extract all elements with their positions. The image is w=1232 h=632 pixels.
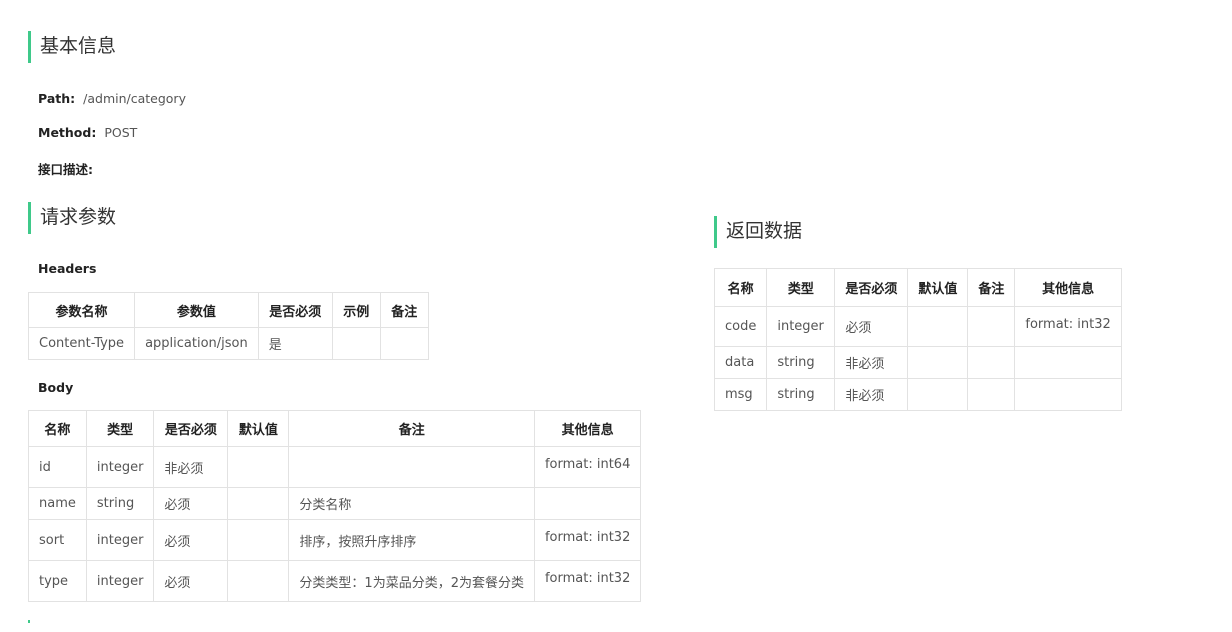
column-header: 名称	[713, 268, 768, 307]
method-value: POST	[104, 125, 138, 140]
accent-marker	[28, 620, 30, 623]
column-header: 类型	[85, 410, 155, 447]
column-header: 备注	[288, 410, 535, 447]
headers-title: Headers	[38, 261, 97, 276]
response-table: 名称 类型 是否必须 默认值 备注 其他信息 code integer 必须 f…	[713, 268, 1122, 411]
description-label: 接口描述:	[38, 162, 93, 177]
table-cell	[288, 446, 535, 488]
headers-table: 参数名称 参数值 是否必须 示例 备注 Content-Type applica…	[27, 292, 429, 360]
table-header-row: 名称 类型 是否必须 默认值 备注 其他信息	[713, 268, 1122, 307]
column-header: 其他信息	[1014, 268, 1122, 307]
table-cell	[907, 306, 969, 347]
body-table: 名称 类型 是否必须 默认值 备注 其他信息 id integer 非必须 fo…	[28, 410, 642, 602]
column-header: 参数名称	[27, 292, 136, 328]
table-cell: format: int32	[533, 560, 642, 602]
table-cell: 非必须	[834, 378, 909, 411]
table-cell: 排序，按照升序排序	[288, 519, 535, 561]
table-cell: 是	[257, 327, 333, 360]
column-header: 是否必须	[153, 410, 229, 447]
table-header-row: 名称 类型 是否必须 默认值 备注 其他信息	[28, 410, 642, 447]
table-cell: msg	[713, 378, 768, 411]
table-cell	[1014, 378, 1122, 411]
basic-info-title: 基本信息	[28, 31, 116, 63]
table-cell	[907, 378, 969, 411]
column-header: 名称	[28, 410, 87, 447]
table-cell: code	[713, 306, 768, 347]
path-label: Path:	[38, 91, 76, 106]
table-cell	[907, 346, 969, 379]
table-cell: format: int32	[1014, 306, 1122, 347]
table-cell: name	[28, 487, 87, 520]
table-cell: format: int64	[533, 446, 642, 488]
table-cell	[533, 487, 642, 520]
column-header: 默认值	[907, 268, 969, 307]
table-cell: application/json	[134, 327, 259, 360]
response-data-title: 返回数据	[714, 216, 802, 248]
table-cell: 分类类型：1为菜品分类，2为套餐分类	[288, 560, 535, 602]
table-cell	[967, 346, 1016, 379]
table-cell: format: int32	[533, 519, 642, 561]
table-cell: string	[766, 378, 836, 411]
table-cell	[227, 519, 290, 561]
method-row: Method: POST	[38, 125, 137, 140]
table-cell: integer	[85, 519, 155, 561]
path-row: Path: /admin/category	[38, 91, 186, 106]
table-cell: data	[713, 346, 768, 379]
table-header-row: 参数名称 参数值 是否必须 示例 备注	[27, 292, 429, 328]
column-header: 其他信息	[533, 410, 642, 447]
column-header: 参数值	[134, 292, 259, 328]
table-row: id integer 非必须 format: int64	[28, 446, 642, 488]
column-header: 是否必须	[257, 292, 333, 328]
body-title: Body	[38, 380, 74, 395]
table-cell: string	[766, 346, 836, 379]
description-row: 接口描述:	[38, 159, 101, 178]
table-row: code integer 必须 format: int32	[713, 306, 1122, 347]
column-header: 备注	[379, 292, 429, 328]
table-cell	[967, 378, 1016, 411]
table-cell: 必须	[834, 306, 909, 347]
column-header: 默认值	[227, 410, 290, 447]
table-cell: 非必须	[153, 446, 229, 488]
table-cell	[331, 327, 381, 360]
column-header: 示例	[331, 292, 381, 328]
table-row: type integer 必须 分类类型：1为菜品分类，2为套餐分类 forma…	[28, 560, 642, 602]
table-cell	[227, 446, 290, 488]
path-value: /admin/category	[83, 91, 186, 106]
table-cell: integer	[766, 306, 836, 347]
table-row: name string 必须 分类名称	[28, 487, 642, 520]
table-cell	[379, 327, 429, 360]
table-cell: id	[28, 446, 87, 488]
table-cell	[1014, 346, 1122, 379]
table-cell: type	[28, 560, 87, 602]
table-cell: sort	[28, 519, 87, 561]
table-cell: integer	[85, 560, 155, 602]
table-row: sort integer 必须 排序，按照升序排序 format: int32	[28, 519, 642, 561]
table-row: data string 非必须	[713, 346, 1122, 379]
column-header: 备注	[967, 268, 1016, 307]
table-cell	[227, 487, 290, 520]
table-cell: 分类名称	[288, 487, 535, 520]
table-cell	[967, 306, 1016, 347]
table-cell: string	[85, 487, 155, 520]
table-cell: 必须	[153, 519, 229, 561]
table-cell	[227, 560, 290, 602]
table-row: msg string 非必须	[713, 378, 1122, 411]
table-cell: Content-Type	[27, 327, 136, 360]
column-header: 类型	[766, 268, 836, 307]
table-cell: 必须	[153, 487, 229, 520]
table-cell: 必须	[153, 560, 229, 602]
table-cell: integer	[85, 446, 155, 488]
table-row: Content-Type application/json 是	[27, 327, 429, 360]
method-label: Method:	[38, 125, 97, 140]
table-cell: 非必须	[834, 346, 909, 379]
column-header: 是否必须	[834, 268, 909, 307]
request-params-title: 请求参数	[28, 202, 116, 234]
